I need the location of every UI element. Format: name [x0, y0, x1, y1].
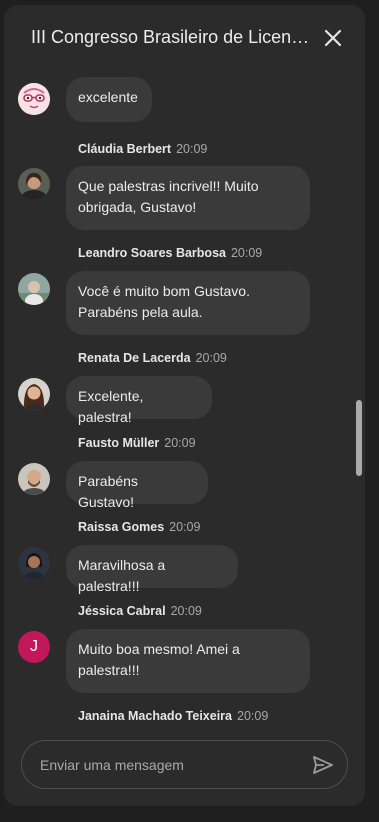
photo-avatar [18, 168, 50, 200]
message-text: Parabéns Gustavo! [78, 473, 138, 510]
message-time: 20:09 [169, 520, 201, 534]
message-time: 20:09 [195, 351, 227, 365]
message-text: excelente [78, 89, 138, 105]
message-meta: Fausto Müller 20:09 [78, 436, 196, 450]
message-author: Leandro Soares Barbosa [78, 246, 226, 260]
message-author: Cláudia Berbert [78, 142, 172, 156]
message-bubble: Que palestras incrivel!! Muito obrigada,… [66, 166, 310, 230]
message-author: Fausto Müller [78, 436, 160, 450]
message-time: 20:09 [170, 604, 202, 618]
message-input[interactable] [38, 751, 302, 779]
message-time: 20:09 [176, 142, 208, 156]
message-bubble: Excelente, palestra! [66, 376, 212, 425]
message-composer [21, 740, 348, 789]
message-time: 20:09 [164, 436, 196, 450]
scrollbar-thumb[interactable] [356, 400, 362, 476]
chat-panel: III Congresso Brasileiro de Licenciatura… [4, 5, 365, 806]
message-list[interactable]: excelente Cláudia Berbert 20:09 Que pales… [4, 71, 365, 729]
photo-avatar [18, 547, 50, 579]
message-bubble: Muito boa mesmo! Amei a palestra!!! [66, 629, 310, 693]
message-bubble: Você é muito bom Gustavo. Parabéns pela … [66, 271, 310, 335]
message-meta: Renata De Lacerda 20:09 [78, 351, 227, 365]
message-author: Raissa Gomes [78, 520, 165, 534]
message-text: Muito boa mesmo! Amei a palestra!!! [78, 641, 240, 678]
message-bubble: Parabéns Gustavo! [66, 461, 208, 510]
photo-avatar [18, 273, 50, 305]
photo-avatar [18, 463, 50, 495]
message-meta: Cláudia Berbert 20:09 [78, 142, 207, 156]
chat-title: III Congresso Brasileiro de Licenciatura… [31, 27, 316, 47]
message-text: Que palestras incrivel!! Muito obrigada,… [78, 178, 259, 215]
message-bubble: excelente [66, 77, 152, 122]
send-icon[interactable] [311, 753, 335, 777]
photo-avatar [18, 378, 50, 410]
message-author: Jéssica Cabral [78, 604, 166, 618]
message-author: Renata De Lacerda [78, 351, 191, 365]
message-text: Maravilhosa a palestra!!! [78, 557, 166, 594]
message-bubble: Maravilhosa a palestra!!! [66, 545, 238, 594]
message-time: 20:09 [237, 709, 269, 723]
message-meta: Janaina Machado Teixeira 20:09 [78, 709, 268, 723]
close-icon[interactable] [320, 25, 346, 51]
letter-avatar: J [18, 631, 50, 663]
glasses-cartoon-avatar [18, 83, 50, 115]
message-meta: Jéssica Cabral 20:09 [78, 604, 202, 618]
message-meta: Leandro Soares Barbosa 20:09 [78, 246, 262, 260]
message-time: 20:09 [230, 246, 263, 260]
chat-header: III Congresso Brasileiro de Licenciatura… [4, 5, 365, 71]
message-text: Excelente, palestra! [78, 388, 144, 425]
message-meta: Raissa Gomes 20:09 [78, 520, 200, 534]
message-author: Janaina Machado Teixeira [78, 709, 232, 723]
message-text: Você é muito bom Gustavo. Parabéns pela … [78, 283, 250, 320]
